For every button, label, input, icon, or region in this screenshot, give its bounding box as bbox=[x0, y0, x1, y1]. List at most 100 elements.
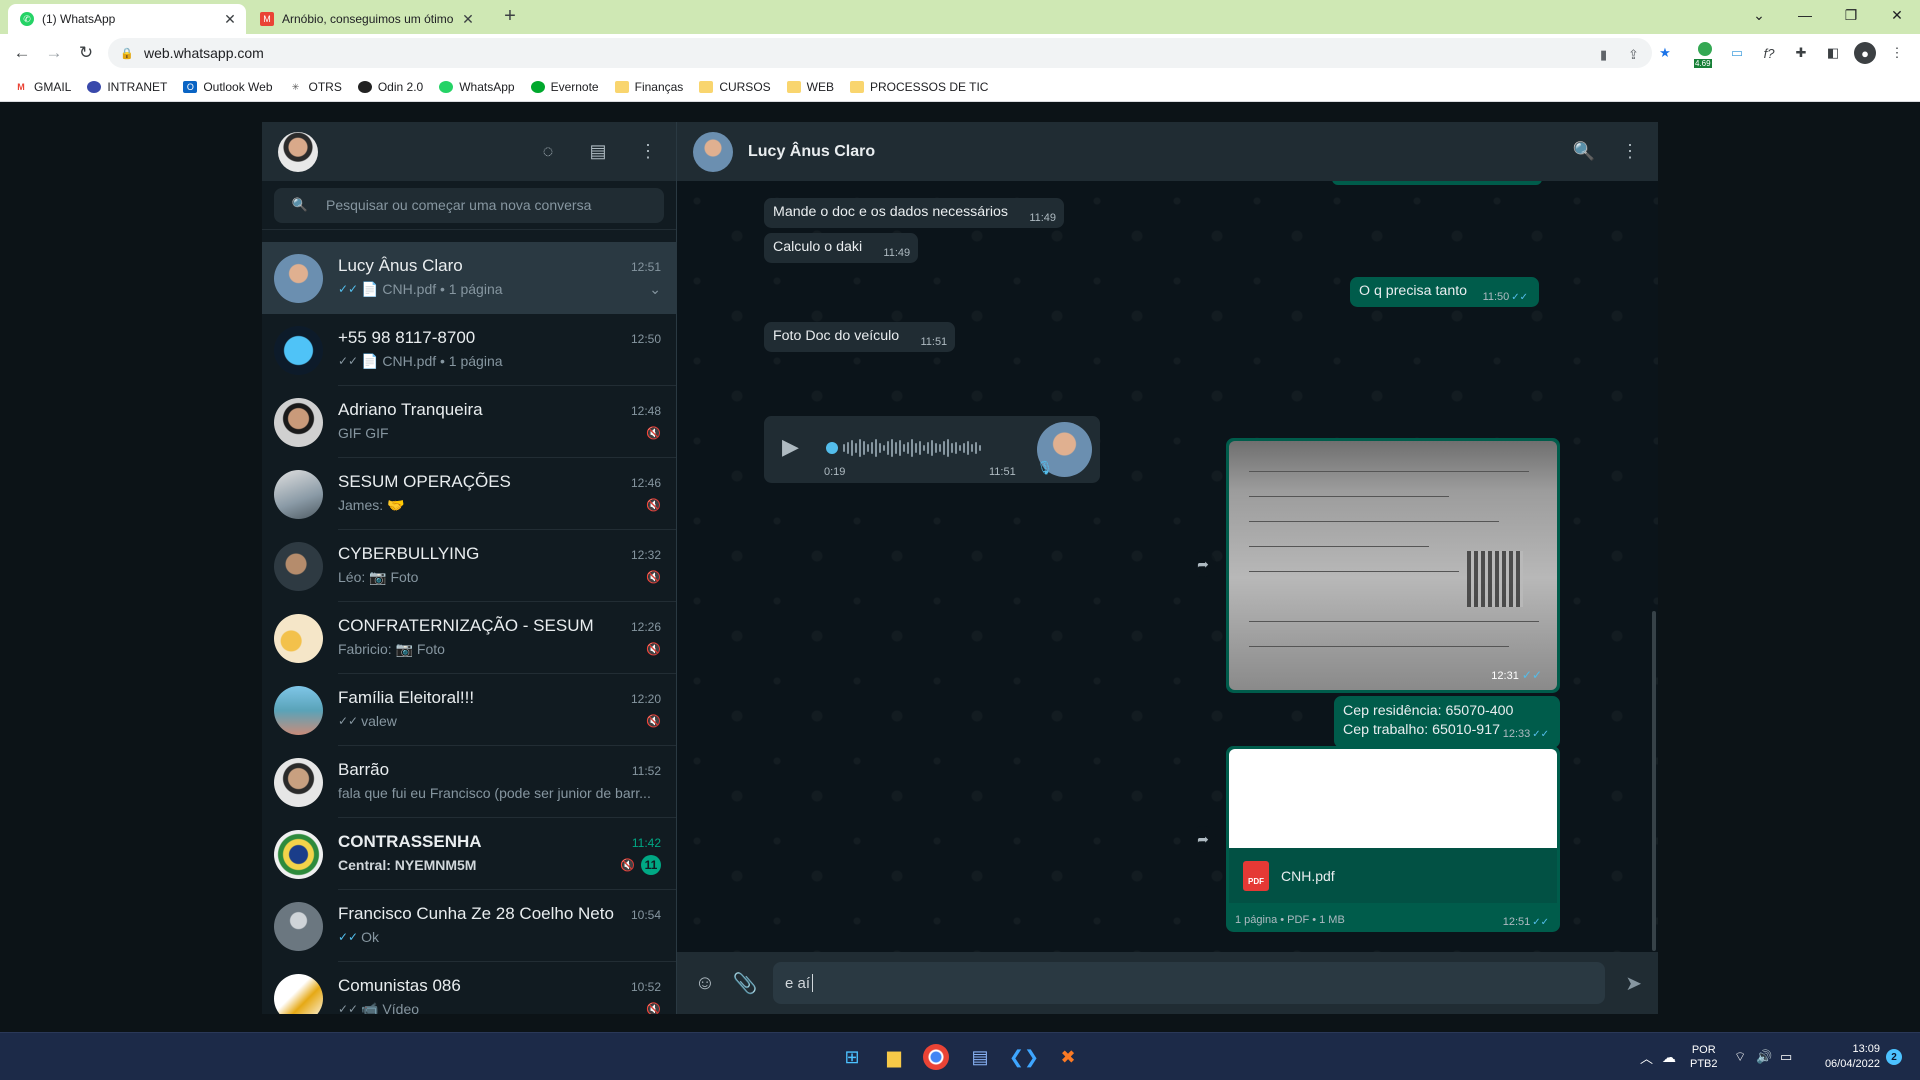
onedrive-icon[interactable]: ☁ bbox=[1662, 1033, 1676, 1080]
profile-avatar-icon[interactable]: ● bbox=[1854, 42, 1876, 64]
lock-icon[interactable]: 🔒 bbox=[120, 47, 134, 60]
bookmark-outlook[interactable]: O Outlook Web bbox=[183, 80, 273, 94]
chat-item-comunistas[interactable]: Comunistas 086 10:52 ✓✓ 📹 Vídeo 🔇 bbox=[262, 962, 676, 1014]
search-box[interactable]: 🔍 bbox=[274, 187, 664, 223]
chrome-menu-icon[interactable]: ⋮ bbox=[1886, 42, 1908, 64]
chat-item-barrao[interactable]: Barrão 11:52 fala que fui eu Francisco (p… bbox=[262, 746, 676, 818]
tab-search-icon[interactable]: ⌄ bbox=[1736, 0, 1782, 30]
attach-icon[interactable]: 📎 bbox=[733, 971, 758, 995]
forward-icon[interactable]: ➦ bbox=[1190, 551, 1216, 577]
windows-start-icon[interactable]: ⊞ bbox=[836, 1041, 868, 1073]
chevron-down-icon[interactable]: ⌄ bbox=[649, 281, 661, 298]
message-bubble-incoming[interactable]: Calculo o daki 11:49 bbox=[764, 233, 919, 263]
minimize-button[interactable]: — bbox=[1782, 0, 1828, 30]
chat-item-adriano[interactable]: Adriano Tranqueira 12:48 GIF GIF 🔇 bbox=[262, 386, 676, 458]
message-bubble-outgoing[interactable]: Cep residência: 65070-400 Cep trabalho: … bbox=[1334, 696, 1560, 748]
bookmark-evernote[interactable]: Evernote bbox=[530, 80, 599, 94]
message-bubble-incoming[interactable]: Foto Doc do veículo 11:51 bbox=[764, 322, 956, 352]
bookmark-folder-financas[interactable]: Finanças bbox=[614, 80, 683, 94]
tray-overflow-icon[interactable]: ︿ bbox=[1640, 1033, 1653, 1080]
close-window-button[interactable]: ✕ bbox=[1874, 0, 1920, 30]
bookmark-odin[interactable]: Odin 2.0 bbox=[357, 80, 423, 94]
chat-item-francisco[interactable]: Francisco Cunha Ze 28 Coelho Neto 10:54 ✓… bbox=[262, 890, 676, 962]
battery-icon[interactable]: ▭ bbox=[1780, 1033, 1792, 1080]
language-indicator[interactable]: POR PTB2 bbox=[1690, 1033, 1718, 1080]
document-photo[interactable]: 12:31 ✓✓ bbox=[1229, 441, 1557, 690]
bookmark-intranet[interactable]: INTRANET bbox=[87, 80, 167, 94]
bookmark-folder-web[interactable]: WEB bbox=[786, 80, 834, 94]
conversation-panel: Lucy Ânus Claro 🔍 ⋮ Mande o doc e os dad… bbox=[677, 122, 1658, 1014]
contact-name[interactable]: Lucy Ânus Claro bbox=[748, 143, 875, 161]
document-preview[interactable] bbox=[1229, 749, 1557, 848]
cast-extension-icon[interactable]: ▭ bbox=[1726, 42, 1748, 64]
my-profile-avatar[interactable] bbox=[278, 131, 318, 172]
new-chat-icon[interactable]: ▤ bbox=[586, 140, 610, 164]
chat-item-contrassenha[interactable]: CONTRASSENHA 11:42 Central: NYEMNM5M 🔇 11 bbox=[262, 818, 676, 890]
conversation-header[interactable]: Lucy Ânus Claro 🔍 ⋮ bbox=[677, 122, 1658, 181]
file-explorer-icon[interactable]: ▆ bbox=[878, 1041, 910, 1073]
close-tab-icon[interactable]: ✕ bbox=[458, 11, 478, 28]
volume-icon[interactable]: 🔊 bbox=[1756, 1033, 1772, 1080]
text-caret bbox=[812, 974, 814, 992]
menu-icon[interactable]: ⋮ bbox=[1618, 140, 1642, 164]
chat-item-phone[interactable]: +55 98 8117-8700 12:50 ✓✓ 📄 CNH.pdf • 1 pá… bbox=[262, 314, 676, 386]
wifi-icon[interactable]: ⌔ bbox=[1734, 1033, 1746, 1080]
audio-waveform[interactable] bbox=[826, 438, 1004, 458]
search-input[interactable] bbox=[326, 197, 626, 213]
message-scrollbar[interactable] bbox=[1652, 611, 1656, 951]
bookmark-gmail[interactable]: M GMAIL bbox=[14, 80, 71, 94]
voice-message[interactable]: ▶ 0:19 11:51 🎙 bbox=[764, 416, 1100, 483]
document-message[interactable]: PDF CNH.pdf 1 página • PDF • 1 MB 12:51 ✓… bbox=[1226, 746, 1560, 932]
new-tab-button[interactable]: + bbox=[498, 5, 522, 29]
send-icon[interactable]: ➤ bbox=[1625, 971, 1642, 996]
chat-time: 12:46 bbox=[630, 476, 661, 490]
chat-item-lucy[interactable]: Lucy Ânus Claro 12:51 ✓✓ 📄 CNH.pdf • 1 pág… bbox=[262, 242, 676, 314]
status-icon[interactable]: ◌ bbox=[536, 140, 560, 164]
chat-item-sesum-operacoes[interactable]: SESUM OPERAÇÕES 12:46 James: 🤝 🔇 bbox=[262, 458, 676, 530]
emoji-icon[interactable]: ☺ bbox=[693, 971, 717, 995]
bookmark-folder-cursos[interactable]: CURSOS bbox=[699, 80, 771, 94]
reload-button[interactable]: ↻ bbox=[72, 39, 100, 67]
play-icon[interactable]: ▶ bbox=[782, 434, 802, 459]
xampp-icon[interactable]: ✖ bbox=[1052, 1041, 1084, 1073]
forward-button[interactable]: → bbox=[40, 39, 68, 67]
contact-avatar[interactable] bbox=[693, 131, 733, 172]
back-button[interactable]: ← bbox=[8, 39, 36, 67]
notification-center[interactable]: 2 bbox=[1886, 1033, 1902, 1080]
bookmark-whatsapp[interactable]: WhatsApp bbox=[439, 80, 515, 94]
forward-icon[interactable]: ➦ bbox=[1190, 826, 1216, 852]
audio-progress-dot[interactable] bbox=[826, 442, 838, 454]
menu-icon[interactable]: ⋮ bbox=[636, 140, 660, 164]
clock[interactable]: 13:09 06/04/2022 bbox=[1810, 1033, 1880, 1080]
chrome-icon[interactable] bbox=[923, 1044, 949, 1070]
document-file-row[interactable]: PDF CNH.pdf bbox=[1229, 848, 1557, 903]
audio-duration: 0:19 bbox=[824, 466, 846, 478]
bookmark-folder-processos[interactable]: PROCESSOS DE TIC bbox=[850, 80, 988, 94]
bookmark-star-icon[interactable]: ★ bbox=[1654, 42, 1676, 64]
restore-button[interactable]: ❐ bbox=[1828, 0, 1874, 30]
notepad-icon[interactable]: ▤ bbox=[964, 1041, 996, 1073]
search-icon[interactable]: 🔍 bbox=[1572, 140, 1596, 164]
tab-whatsapp[interactable]: ✆ (1) WhatsApp ✕ bbox=[8, 4, 246, 34]
chat-item-confraternizacao[interactable]: CONFRATERNIZAÇÃO - SESUM 12:26 Fabricio: … bbox=[262, 602, 676, 674]
message-bubble-outgoing[interactable]: O q precisa tanto 11:50 ✓✓ bbox=[1350, 277, 1540, 307]
extensions-puzzle-icon[interactable]: ✚ bbox=[1790, 42, 1812, 64]
bookmark-otrs[interactable]: ✳ OTRS bbox=[289, 80, 342, 94]
side-panel-icon[interactable]: ◧ bbox=[1822, 42, 1844, 64]
address-bar[interactable]: 🔒 web.whatsapp.com ▮ ⇪ bbox=[108, 38, 1652, 68]
message-bubble-incoming[interactable]: Mande o doc e os dados necessários 11:49 bbox=[764, 198, 1065, 228]
browser-toolbar: ← → ↻ 🔒 web.whatsapp.com ▮ ⇪ ★ 4.69 ▭ f?… bbox=[0, 34, 1920, 72]
message-input[interactable]: e aí bbox=[773, 962, 1606, 1004]
formula-extension-icon[interactable]: f? bbox=[1758, 42, 1780, 64]
share-icon[interactable]: ⇪ bbox=[1628, 47, 1639, 63]
image-message[interactable]: 12:31 ✓✓ bbox=[1226, 438, 1560, 693]
vscode-icon[interactable]: ❮❯ bbox=[1008, 1041, 1040, 1073]
muted-icon: 🔇 bbox=[620, 858, 635, 872]
camera-blocked-icon[interactable]: ▮ bbox=[1600, 47, 1607, 63]
chat-item-cyberbullying[interactable]: CYBERBULLYING 12:32 Léo: 📷 Foto 🔇 bbox=[262, 530, 676, 602]
chat-name: Lucy Ânus Claro bbox=[338, 256, 463, 275]
tab-gmail[interactable]: M Arnóbio, conseguimos um ótimo ✕ bbox=[248, 4, 484, 34]
chat-item-familia-eleitoral[interactable]: Família Eleitoral!!! 12:20 ✓✓ valew 🔇 bbox=[262, 674, 676, 746]
close-tab-icon[interactable]: ✕ bbox=[220, 11, 240, 28]
extension-badge-icon[interactable]: 4.69 bbox=[1694, 42, 1718, 68]
